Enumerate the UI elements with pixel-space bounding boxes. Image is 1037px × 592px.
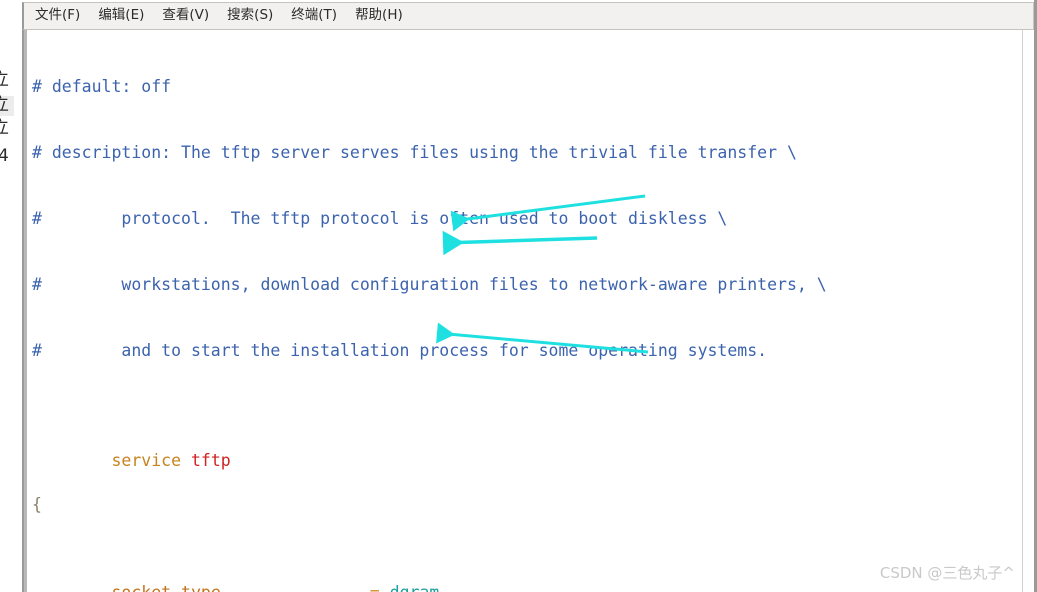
menu-edit[interactable]: 编辑(E) (98, 9, 144, 23)
service-keyword: service (111, 451, 182, 470)
editor-left-rule (24, 30, 27, 592)
code-line-open-brace: { (32, 495, 42, 514)
editor-area[interactable]: # default: off # description: The tftp s… (22, 30, 1034, 592)
menu-bar: 文件(F) 编辑(E) 查看(V) 搜索(S) 终端(T) 帮助(H) (22, 2, 1034, 30)
code-line-comment-2: # description: The tftp server serves fi… (32, 143, 797, 162)
config-equals: = (370, 583, 380, 592)
gutter-char-2: 立 (0, 96, 14, 116)
code-content: # default: off # description: The tftp s… (32, 32, 827, 592)
menu-file[interactable]: 文件(F) (35, 9, 80, 23)
config-line-socket_type: socket_type = dgram (32, 582, 827, 592)
watermark: CSDN @三色丸子^ (879, 564, 1015, 582)
key-value-gap (221, 583, 370, 592)
menu-terminal[interactable]: 终端(T) (291, 9, 337, 23)
code-line-comment-1: # default: off (32, 77, 172, 96)
left-gutter: 立 立 立 4 (0, 0, 22, 592)
menu-help[interactable]: 帮助(H) (355, 9, 403, 23)
config-key: socket_type (111, 583, 220, 592)
config-entries: socket_type = dgram protocol = udp wait … (32, 582, 827, 592)
terminal-window: 立 立 立 4 文件(F) 编辑(E) 查看(V) 搜索(S) 终端(T) 帮助… (0, 0, 1037, 592)
code-line-comment-4: # workstations, download configuration f… (32, 275, 827, 294)
menu-search[interactable]: 搜索(S) (227, 9, 273, 23)
config-value: dgram (390, 583, 440, 592)
gutter-char-1: 立 (0, 70, 9, 90)
menu-view[interactable]: 查看(V) (162, 9, 209, 23)
code-line-comment-3: # protocol. The tftp protocol is often u… (32, 209, 728, 228)
gutter-char-4: 4 (0, 146, 9, 166)
service-name: tftp (190, 451, 231, 470)
code-line-comment-5: # and to start the installation process … (32, 341, 768, 360)
code-line-service: service tftp (32, 428, 827, 470)
gutter-char-3: 立 (0, 118, 9, 138)
